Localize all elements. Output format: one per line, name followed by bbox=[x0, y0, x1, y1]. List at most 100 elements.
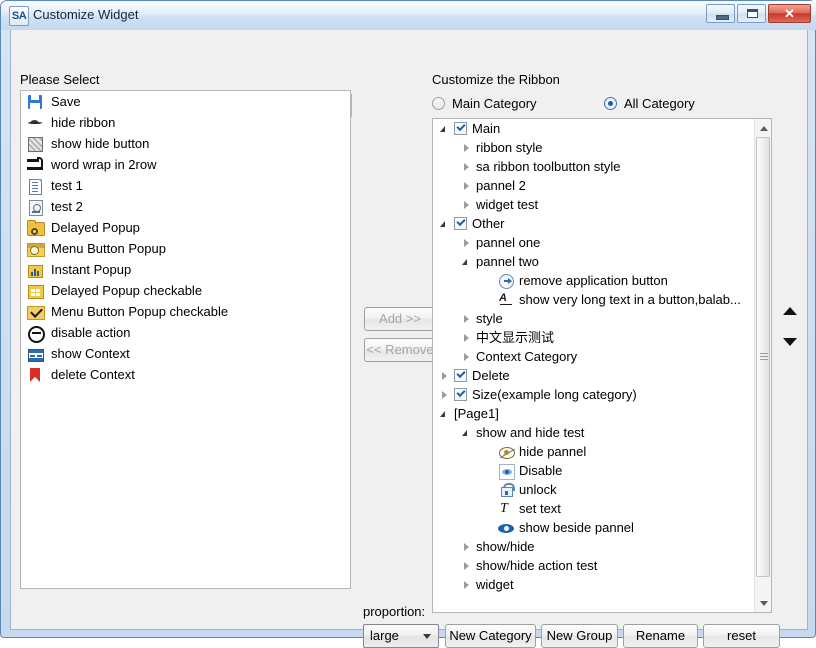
scrollbar-thumb[interactable] bbox=[756, 137, 770, 577]
scroll-down-button[interactable] bbox=[755, 595, 771, 612]
tree-expand-icon[interactable] bbox=[461, 180, 473, 192]
tree-item[interactable]: Size(example long category) bbox=[433, 385, 754, 404]
tree-expand-icon[interactable] bbox=[461, 560, 473, 572]
command-list[interactable]: Save hide ribbon show hide button word wrap… bbox=[20, 90, 351, 589]
radio-all-category[interactable]: All Category bbox=[604, 96, 695, 112]
command-list-item[interactable]: delete Context bbox=[21, 364, 350, 385]
command-list-item-label: Delayed Popup checkable bbox=[51, 282, 203, 298]
tree-item[interactable]: unlock bbox=[433, 480, 754, 499]
tree-item-checkbox[interactable] bbox=[454, 388, 467, 401]
tree-item[interactable]: Delete bbox=[433, 366, 754, 385]
tree-item[interactable]: hide pannel bbox=[433, 442, 754, 461]
tree-item[interactable]: pannel one bbox=[433, 233, 754, 252]
tree-collapse-icon[interactable] bbox=[461, 427, 473, 439]
scroll-up-button[interactable] bbox=[755, 119, 771, 136]
tree-item[interactable]: Context Category bbox=[433, 347, 754, 366]
tree-item-label: 中文显示测试 bbox=[476, 329, 555, 345]
tree-item-label: style bbox=[476, 310, 503, 326]
hide-ribbon-icon bbox=[27, 115, 43, 131]
tree-collapse-icon[interactable] bbox=[439, 123, 451, 135]
command-list-item[interactable]: test 1 bbox=[21, 175, 350, 196]
tree-expand-icon[interactable] bbox=[461, 332, 473, 344]
command-list-item[interactable]: Menu Button Popup bbox=[21, 238, 350, 259]
command-list-item[interactable]: Delayed Popup checkable bbox=[21, 280, 350, 301]
new-group-button[interactable]: New Group bbox=[541, 624, 618, 648]
tree-expand-icon[interactable] bbox=[461, 199, 473, 211]
command-list-item[interactable]: word wrap in 2row bbox=[21, 154, 350, 175]
command-list-item[interactable]: show Context bbox=[21, 343, 350, 364]
command-list-item[interactable]: Save bbox=[21, 91, 350, 112]
radio-all-category-label: All Category bbox=[624, 96, 695, 111]
tree-item[interactable]: Tset text bbox=[433, 499, 754, 518]
tree-item[interactable]: ribbon style bbox=[433, 138, 754, 157]
command-list-item[interactable]: show hide button bbox=[21, 133, 350, 154]
radio-main-category[interactable]: Main Category bbox=[432, 96, 537, 112]
command-list-item-label: disable action bbox=[51, 324, 131, 340]
tree-expand-icon[interactable] bbox=[461, 313, 473, 325]
close-button[interactable]: ✕ bbox=[768, 4, 811, 23]
command-list-item[interactable]: Instant Popup bbox=[21, 259, 350, 280]
reset-button[interactable]: reset bbox=[703, 624, 780, 648]
tree-expand-icon[interactable] bbox=[461, 161, 473, 173]
tree-item-label: pannel one bbox=[476, 234, 541, 250]
unlock-icon bbox=[498, 482, 515, 498]
ribbon-tree[interactable]: Main ribbon style sa ribbon toolbutton sty… bbox=[432, 118, 772, 613]
command-list-item[interactable]: disable action bbox=[21, 322, 350, 343]
maximize-button[interactable] bbox=[737, 4, 766, 23]
tree-item[interactable]: 中文显示测试 bbox=[433, 328, 754, 347]
tree-item-label: show/hide bbox=[476, 538, 535, 554]
proportion-combobox[interactable]: large bbox=[363, 624, 439, 648]
tree-item-checkbox[interactable] bbox=[454, 217, 467, 230]
tree-item[interactable]: show/hide action test bbox=[433, 556, 754, 575]
disable-eye-icon bbox=[498, 463, 515, 480]
tree-item[interactable]: Ashow very long text in a button,balab..… bbox=[433, 290, 754, 309]
ribbon-tree-scrollbar[interactable] bbox=[754, 119, 771, 612]
tree-item[interactable]: Other bbox=[433, 214, 754, 233]
tree-item[interactable]: pannel 2 bbox=[433, 176, 754, 195]
command-list-item[interactable]: test 2 bbox=[21, 196, 350, 217]
tree-item[interactable]: widget test bbox=[433, 195, 754, 214]
tree-collapse-icon[interactable] bbox=[461, 256, 473, 268]
tree-expand-icon[interactable] bbox=[461, 579, 473, 591]
tree-expand-icon[interactable] bbox=[439, 389, 451, 401]
move-up-button[interactable] bbox=[780, 301, 800, 321]
tree-expand-icon[interactable] bbox=[461, 142, 473, 154]
tree-item[interactable]: pannel two bbox=[433, 252, 754, 271]
save-icon bbox=[27, 94, 43, 110]
tree-item[interactable]: sa ribbon toolbutton style bbox=[433, 157, 754, 176]
move-down-button[interactable] bbox=[780, 332, 800, 352]
remove-button[interactable]: << Remove bbox=[364, 338, 436, 362]
rename-button[interactable]: Rename bbox=[623, 624, 698, 648]
tree-item[interactable]: [Page1] bbox=[433, 404, 754, 423]
minimize-button[interactable] bbox=[706, 4, 735, 23]
command-list-item[interactable]: hide ribbon bbox=[21, 112, 350, 133]
tree-twisty-placeholder bbox=[483, 522, 495, 534]
command-list-item[interactable]: Delayed Popup bbox=[21, 217, 350, 238]
tree-item[interactable]: style bbox=[433, 309, 754, 328]
text-underline-icon: A bbox=[498, 292, 514, 308]
tree-collapse-icon[interactable] bbox=[439, 408, 451, 420]
tree-item-label: show and hide test bbox=[476, 424, 585, 440]
tree-item-checkbox[interactable] bbox=[454, 369, 467, 382]
please-select-label: Please Select bbox=[20, 72, 100, 87]
tree-item[interactable]: show and hide test bbox=[433, 423, 754, 442]
tree-expand-icon[interactable] bbox=[439, 370, 451, 382]
tree-expand-icon[interactable] bbox=[461, 237, 473, 249]
tree-item[interactable]: show beside pannel bbox=[433, 518, 754, 537]
eye-icon bbox=[498, 520, 514, 536]
tree-item[interactable]: Disable bbox=[433, 461, 754, 480]
tree-item-label: Delete bbox=[472, 367, 510, 383]
tree-item[interactable]: show/hide bbox=[433, 537, 754, 556]
command-list-item[interactable]: Menu Button Popup checkable bbox=[21, 301, 350, 322]
tree-expand-icon[interactable] bbox=[461, 541, 473, 553]
new-category-button[interactable]: New Category bbox=[445, 624, 536, 648]
tree-collapse-icon[interactable] bbox=[439, 218, 451, 230]
tree-expand-icon[interactable] bbox=[461, 351, 473, 363]
tree-item[interactable]: Main bbox=[433, 119, 754, 138]
add-button[interactable]: Add >> bbox=[364, 307, 436, 331]
tree-item[interactable]: remove application button bbox=[433, 271, 754, 290]
tree-item[interactable]: widget bbox=[433, 575, 754, 594]
tree-item-checkbox[interactable] bbox=[454, 122, 467, 135]
